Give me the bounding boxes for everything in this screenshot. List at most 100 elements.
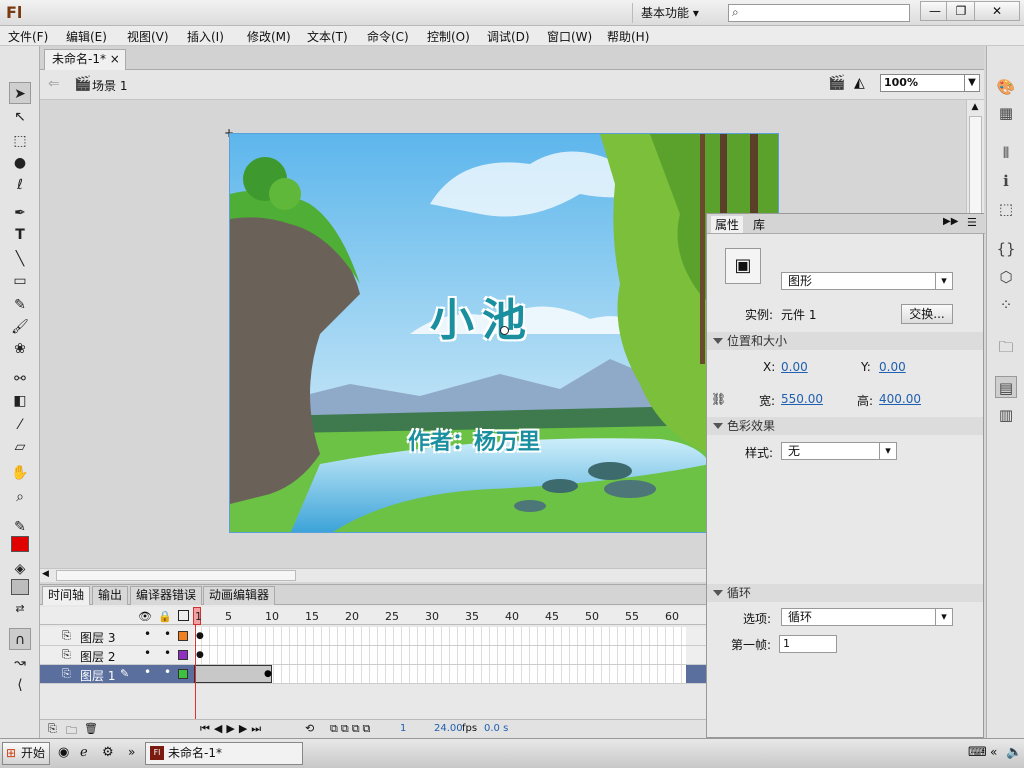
- menu-edit[interactable]: 编辑(E): [66, 28, 107, 45]
- current-frame[interactable]: 1: [400, 723, 406, 734]
- stroke-color-swatch[interactable]: [11, 536, 29, 552]
- color-panel-icon[interactable]: 🎨: [995, 76, 1017, 98]
- tab-motion-editor[interactable]: 动画编辑器: [203, 586, 276, 605]
- lock-dot[interactable]: •: [164, 646, 171, 660]
- paint-bucket-tool-icon[interactable]: ◧: [9, 390, 31, 412]
- browser-quicklaunch-icon[interactable]: ◉: [58, 745, 69, 760]
- lock-icon[interactable]: 🔒: [158, 610, 172, 623]
- y-value[interactable]: 0.00: [879, 360, 906, 374]
- scroll-up-icon[interactable]: ▲: [968, 102, 982, 114]
- zoom-tool-icon[interactable]: ⌕: [9, 486, 31, 508]
- text-tool-icon[interactable]: T: [9, 224, 31, 246]
- close-icon[interactable]: ×: [110, 52, 120, 66]
- link-icon[interactable]: ⛓: [711, 392, 726, 406]
- menu-file[interactable]: 文件(F): [8, 28, 48, 45]
- help-search-input[interactable]: ⌕: [728, 4, 910, 22]
- menu-window[interactable]: 窗口(W): [547, 28, 592, 45]
- menu-commands[interactable]: 命令(C): [367, 28, 409, 45]
- zoom-select[interactable]: 100% ▼: [880, 74, 980, 92]
- taskbar-flash-window[interactable]: Fl 未命名-1*: [145, 742, 303, 765]
- onion-skin-icons[interactable]: ⧉⧉⧉⧉: [330, 722, 373, 736]
- fill-color-swatch[interactable]: [11, 579, 29, 595]
- scroll-left-icon[interactable]: ◀: [42, 569, 54, 581]
- swap-button[interactable]: 交换...: [901, 304, 953, 324]
- rectangle-tool-icon[interactable]: ▭: [9, 270, 31, 292]
- first-frame-input[interactable]: 1: [779, 635, 837, 653]
- layer-name[interactable]: 图层 2: [80, 648, 115, 665]
- edit-scene-icon[interactable]: 🎬: [828, 75, 845, 91]
- layer-color-swatch[interactable]: [178, 669, 188, 679]
- x-value[interactable]: 0.00: [781, 360, 808, 374]
- selection-tool-icon[interactable]: ➤: [9, 82, 31, 104]
- ie-quicklaunch-icon[interactable]: ℯ: [80, 745, 88, 760]
- loop-option-select[interactable]: 循环: [781, 608, 953, 626]
- keyframe-dot[interactable]: ●: [196, 631, 204, 641]
- lasso-tool-icon[interactable]: ℓ: [9, 174, 31, 196]
- motion-presets-icon[interactable]: ⁘: [995, 294, 1017, 316]
- align-panel-icon[interactable]: ⫴: [995, 142, 1017, 164]
- transform-panel-icon[interactable]: ⬚: [995, 198, 1017, 220]
- vertical-scroll-thumb[interactable]: [969, 116, 982, 216]
- smooth-icon[interactable]: ↝: [9, 652, 31, 674]
- layer-frames[interactable]: ●: [194, 627, 686, 645]
- swap-colors-icon[interactable]: ⇄: [9, 598, 31, 620]
- frame-ruler[interactable]: 👁 🔒 1 5 10 15 20 25 30 35 40 45 50 55 60: [40, 607, 706, 625]
- layer-name[interactable]: 图层 3: [80, 629, 115, 646]
- color-style-select[interactable]: 无: [781, 442, 897, 460]
- section-position-size[interactable]: 位置和大小: [707, 332, 983, 350]
- symbol-behavior-select[interactable]: 图形: [781, 272, 953, 290]
- document-tab[interactable]: 未命名-1* ×: [44, 49, 126, 70]
- volume-tray-icon[interactable]: 🔈: [1006, 745, 1022, 760]
- layer-row-1[interactable]: ⎘ 图层 1 ✎ • • ●: [40, 665, 706, 684]
- delete-layer-icon[interactable]: 🗑: [84, 722, 98, 735]
- layer-row-2[interactable]: ⎘ 图层 2 • • ●: [40, 646, 706, 665]
- visibility-dot[interactable]: •: [144, 646, 151, 660]
- free-transform-tool-icon[interactable]: ⬚: [9, 130, 31, 152]
- playback-controls[interactable]: ⏮◀▶▶⏭: [200, 722, 265, 736]
- brush-tool-icon[interactable]: 🖌: [9, 316, 31, 338]
- menu-debug[interactable]: 调试(D): [487, 28, 530, 45]
- frame-span[interactable]: [194, 665, 272, 683]
- 3d-rotation-tool-icon[interactable]: ●: [9, 152, 31, 174]
- layer-row-3[interactable]: ⎘ 图层 3 • • ●: [40, 627, 706, 646]
- bone-tool-icon[interactable]: ⚯: [9, 368, 31, 390]
- eraser-tool-icon[interactable]: ▱: [9, 436, 31, 458]
- lock-dot[interactable]: •: [164, 665, 171, 679]
- components-icon[interactable]: ⬡: [995, 266, 1017, 288]
- swatches-panel-icon[interactable]: ▦: [995, 102, 1017, 124]
- project-panel-icon[interactable]: 🗀: [995, 336, 1017, 358]
- tray-expand-icon[interactable]: «: [990, 745, 997, 759]
- fill-color-icon[interactable]: ◈: [9, 558, 31, 580]
- code-snippets-icon[interactable]: {}: [995, 238, 1017, 260]
- menu-control[interactable]: 控制(O): [427, 28, 470, 45]
- edit-symbols-icon[interactable]: ◭: [854, 75, 865, 91]
- width-value[interactable]: 550.00: [781, 392, 823, 406]
- tab-compiler-errors[interactable]: 编译器错误: [130, 586, 203, 605]
- keyframe-dot[interactable]: ●: [264, 669, 272, 679]
- layer-frames[interactable]: ●: [194, 646, 686, 664]
- eye-icon[interactable]: 👁: [138, 610, 152, 623]
- subselection-tool-icon[interactable]: ↖: [9, 106, 31, 128]
- snap-to-objects-icon[interactable]: ∩: [9, 628, 31, 650]
- back-arrow-icon[interactable]: ⇐: [48, 76, 60, 92]
- visibility-dot[interactable]: •: [144, 627, 151, 641]
- loop-icon[interactable]: ⟲: [305, 722, 314, 735]
- pencil-tool-icon[interactable]: ✎: [9, 294, 31, 316]
- info-panel-icon[interactable]: ℹ: [995, 170, 1017, 192]
- more-quicklaunch-icon[interactable]: »: [128, 745, 135, 759]
- eyedropper-tool-icon[interactable]: ⁄: [9, 414, 31, 436]
- deco-tool-icon[interactable]: ❀: [9, 338, 31, 360]
- tab-timeline[interactable]: 时间轴: [42, 586, 91, 605]
- menu-help[interactable]: 帮助(H): [607, 28, 649, 45]
- outline-icon[interactable]: [178, 610, 189, 621]
- line-tool-icon[interactable]: ╲: [9, 248, 31, 270]
- panel-menu-icon[interactable]: ☰: [967, 216, 977, 229]
- layer-color-swatch[interactable]: [178, 631, 188, 641]
- stroke-color-icon[interactable]: ✎: [9, 516, 31, 538]
- tab-properties[interactable]: 属性: [711, 216, 744, 233]
- layer-frames[interactable]: ●: [194, 665, 686, 683]
- restore-button[interactable]: ❐: [946, 1, 976, 21]
- tab-library[interactable]: 库: [749, 216, 769, 233]
- lock-dot[interactable]: •: [164, 627, 171, 641]
- visibility-dot[interactable]: •: [144, 665, 151, 679]
